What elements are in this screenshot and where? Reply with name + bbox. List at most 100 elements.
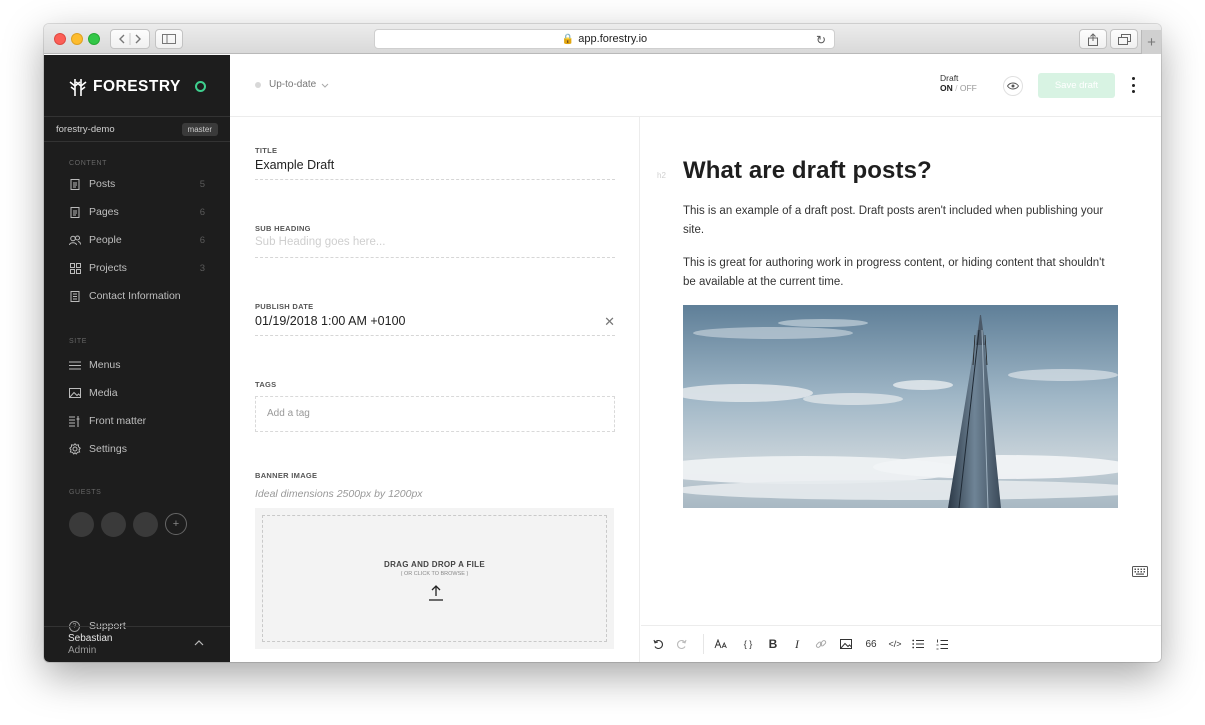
zoom-window-button[interactable] <box>88 33 100 45</box>
browser-window: 🔒 app.forestry.io ↻ + FORESTRY forestry-… <box>44 24 1161 662</box>
quote-icon[interactable]: 66 <box>863 637 879 651</box>
article-image[interactable] <box>683 305 1118 508</box>
site-selector[interactable]: forestry-demo master <box>44 116 230 142</box>
guest-list: + <box>69 512 187 537</box>
back-forward-buttons[interactable] <box>110 29 150 49</box>
add-guest-button[interactable]: + <box>165 513 187 535</box>
bold-icon[interactable]: B <box>767 637 779 651</box>
sidebar-item-settings[interactable]: Settings <box>69 439 205 459</box>
sidebar-item-label: People <box>89 234 122 246</box>
sidebar-item-label: Media <box>89 387 118 399</box>
draft-toggle[interactable]: Draft ON / OFF <box>940 73 977 93</box>
heading-level-tag: h2 <box>657 171 666 180</box>
site-name: forestry-demo <box>56 123 115 135</box>
dropzone-border: DRAG AND DROP A FILE ( OR CLICK TO BROWS… <box>262 515 607 642</box>
image-icon[interactable] <box>839 637 853 651</box>
sidebar-item-contact-information[interactable]: Contact Information <box>69 286 205 306</box>
reload-icon[interactable]: ↻ <box>816 33 826 47</box>
code-icon[interactable]: { } <box>740 637 756 651</box>
save-draft-button[interactable]: Save draft <box>1038 73 1115 98</box>
document-status-dropdown[interactable]: Up-to-date <box>255 79 329 90</box>
status-dot <box>255 81 261 88</box>
url-text: app.forestry.io <box>578 33 648 45</box>
guests-section-label: GUESTS <box>69 489 102 496</box>
keyboard-icon[interactable] <box>1132 566 1148 577</box>
sidebar-item-label: Posts <box>89 178 116 190</box>
publish-date-input[interactable]: 01/19/2018 1:00 AM +0100 ✕ <box>255 314 615 336</box>
sidebar-item-menus[interactable]: Menus <box>69 355 205 375</box>
draft-on-option[interactable]: ON <box>940 83 953 93</box>
guest-avatar[interactable] <box>133 512 158 537</box>
tags-input[interactable]: Add a tag <box>255 396 615 432</box>
sidebar: FORESTRY forestry-demo master CONTENT Po… <box>44 55 230 662</box>
share-button[interactable] <box>1079 29 1107 49</box>
toolbar-divider <box>703 634 704 654</box>
item-count: 5 <box>199 178 205 190</box>
item-count: 3 <box>199 262 205 274</box>
numbered-list-icon[interactable] <box>935 637 949 651</box>
article-heading[interactable]: What are draft posts? <box>683 157 932 185</box>
share-icon <box>1088 32 1098 46</box>
browser-titlebar: 🔒 app.forestry.io ↻ + <box>44 24 1161 54</box>
sidebar-item-front-matter[interactable]: Front matter <box>69 411 205 431</box>
subheading-label: SUB HEADING <box>255 224 311 233</box>
eye-icon <box>1007 82 1019 90</box>
document-icon <box>69 206 81 218</box>
tabs-icon <box>1117 33 1131 45</box>
sidebar-item-posts[interactable]: Posts 5 <box>69 174 205 194</box>
subheading-input[interactable]: Sub Heading goes here... <box>255 236 615 258</box>
draft-separator: / <box>955 83 958 93</box>
dropzone-subtitle: ( OR CLICK TO BROWSE ) <box>400 571 469 577</box>
article-paragraph[interactable]: This is an example of a draft post. Draf… <box>683 202 1118 240</box>
sidebar-item-projects[interactable]: Projects 3 <box>69 258 205 278</box>
image-icon <box>69 387 81 399</box>
banner-image-dropzone[interactable]: DRAG AND DROP A FILE ( OR CLICK TO BROWS… <box>255 508 614 649</box>
tabs-overview-button[interactable] <box>1110 29 1138 49</box>
html-icon[interactable]: </> <box>887 637 903 651</box>
sidebar-item-label: Front matter <box>89 415 147 427</box>
sidebar-toggle-button[interactable] <box>155 29 183 49</box>
clear-date-icon[interactable]: ✕ <box>604 314 615 330</box>
address-bar[interactable]: 🔒 app.forestry.io ↻ <box>374 29 835 49</box>
sidebar-icon <box>162 34 176 44</box>
dropzone-title: DRAG AND DROP A FILE <box>384 560 485 569</box>
content-preview: h2 What are draft posts? This is an exam… <box>641 117 1161 624</box>
guest-avatar[interactable] <box>69 512 94 537</box>
text-size-icon[interactable] <box>713 637 729 651</box>
skyscraper-photo <box>683 305 1118 508</box>
new-tab-button[interactable]: + <box>1141 30 1161 54</box>
publish-date-label: PUBLISH DATE <box>255 302 314 311</box>
banner-image-label: BANNER IMAGE <box>255 471 318 480</box>
italic-icon[interactable]: I <box>791 637 803 651</box>
front-matter-form: TITLE Example Draft SUB HEADING Sub Head… <box>230 117 640 662</box>
user-menu[interactable]: Sebastian Admin <box>44 626 230 662</box>
minimize-window-button[interactable] <box>71 33 83 45</box>
bullet-list-icon[interactable] <box>911 637 925 651</box>
document-icon <box>69 178 81 190</box>
sidebar-item-label: Menus <box>89 359 121 371</box>
more-options-icon[interactable] <box>1130 77 1136 93</box>
undo-icon[interactable] <box>651 637 665 651</box>
people-icon <box>69 234 81 246</box>
grid-icon <box>69 262 81 274</box>
editor-toolbar: { } B I 66 </> <box>641 625 1161 662</box>
sidebar-item-media[interactable]: Media <box>69 383 205 403</box>
article-paragraph[interactable]: This is great for authoring work in prog… <box>683 254 1118 292</box>
upload-icon <box>429 585 443 601</box>
sidebar-item-pages[interactable]: Pages 6 <box>69 202 205 222</box>
guest-avatar[interactable] <box>101 512 126 537</box>
sidebar-item-label: Pages <box>89 206 119 218</box>
preview-button[interactable] <box>1003 76 1023 96</box>
redo-icon[interactable] <box>674 637 688 651</box>
forestry-logo-icon <box>69 79 87 96</box>
draft-off-option[interactable]: OFF <box>960 83 977 93</box>
sidebar-item-label: Projects <box>89 262 127 274</box>
title-input[interactable]: Example Draft <box>255 158 615 180</box>
brand[interactable]: FORESTRY <box>69 75 181 99</box>
item-count: 6 <box>199 206 205 218</box>
gear-icon <box>69 443 81 455</box>
sidebar-item-people[interactable]: People 6 <box>69 230 205 250</box>
link-icon[interactable] <box>814 637 828 651</box>
close-window-button[interactable] <box>54 33 66 45</box>
back-forward-icon <box>119 33 141 45</box>
